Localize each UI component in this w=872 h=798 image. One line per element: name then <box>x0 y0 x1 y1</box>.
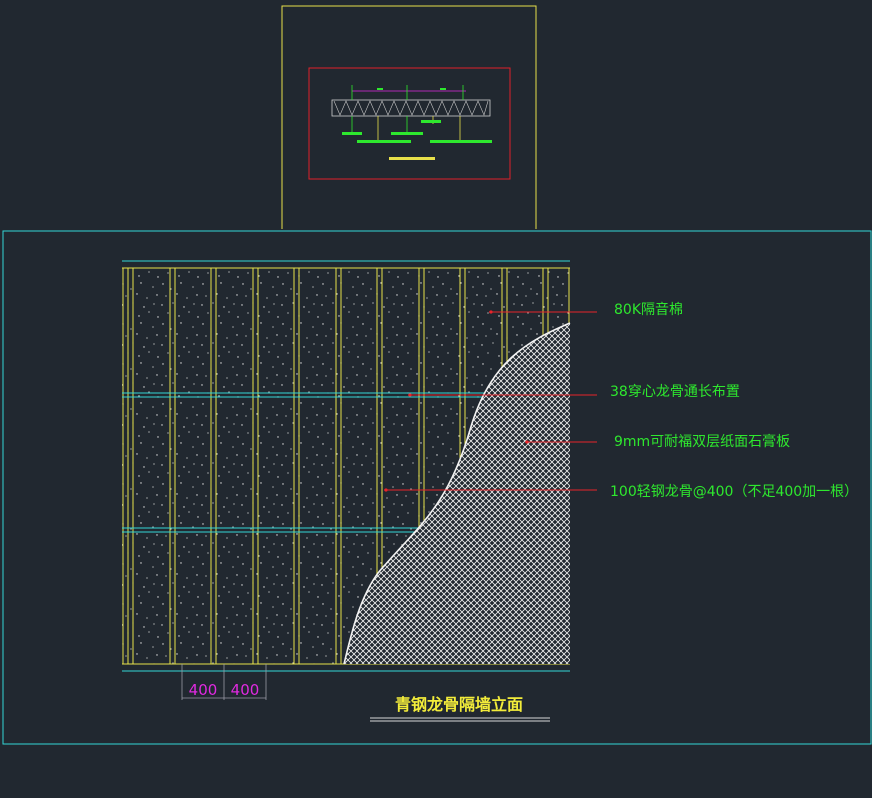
detail-marker-2 <box>440 88 446 90</box>
wall-elevation <box>122 260 571 672</box>
detail-label-bar-4 <box>421 120 441 123</box>
detail-label-bar-3 <box>391 132 423 135</box>
detail-label-bar-1 <box>342 132 362 135</box>
detail-sheet-frame <box>281 5 537 229</box>
label-insulation: 80K隔音棉 <box>614 301 683 318</box>
label-channel: 38穿心龙骨通长布置 <box>610 384 740 400</box>
dim-value-1: 400 <box>189 681 218 699</box>
detail-viewport-frame <box>308 67 511 180</box>
detail-section-zigzag <box>333 100 489 116</box>
label-stud: 100轻钢龙骨@400（不足400加一根） <box>610 484 858 500</box>
detail-label-bar-5 <box>430 140 492 143</box>
section-detail-sheet <box>281 5 537 229</box>
detail-label-bar-2 <box>357 140 411 143</box>
cad-drawing-canvas[interactable]: 80K隔音棉 38穿心龙骨通长布置 9mm可耐福双层纸面石膏板 100轻钢龙骨@… <box>0 0 872 794</box>
label-board: 9mm可耐福双层纸面石膏板 <box>614 433 790 450</box>
drawing-title-block: 青钢龙骨隔墙立面 <box>370 695 550 722</box>
dim-value-2: 400 <box>231 681 260 699</box>
cad-drawing: 80K隔音棉 38穿心龙骨通长布置 9mm可耐福双层纸面石膏板 100轻钢龙骨@… <box>2 5 872 745</box>
dimension-group: 400 400 <box>181 664 267 700</box>
drawing-title: 青钢龙骨隔墙立面 <box>395 695 523 714</box>
detail-title-mark <box>389 157 435 160</box>
detail-marker-1 <box>377 88 383 90</box>
